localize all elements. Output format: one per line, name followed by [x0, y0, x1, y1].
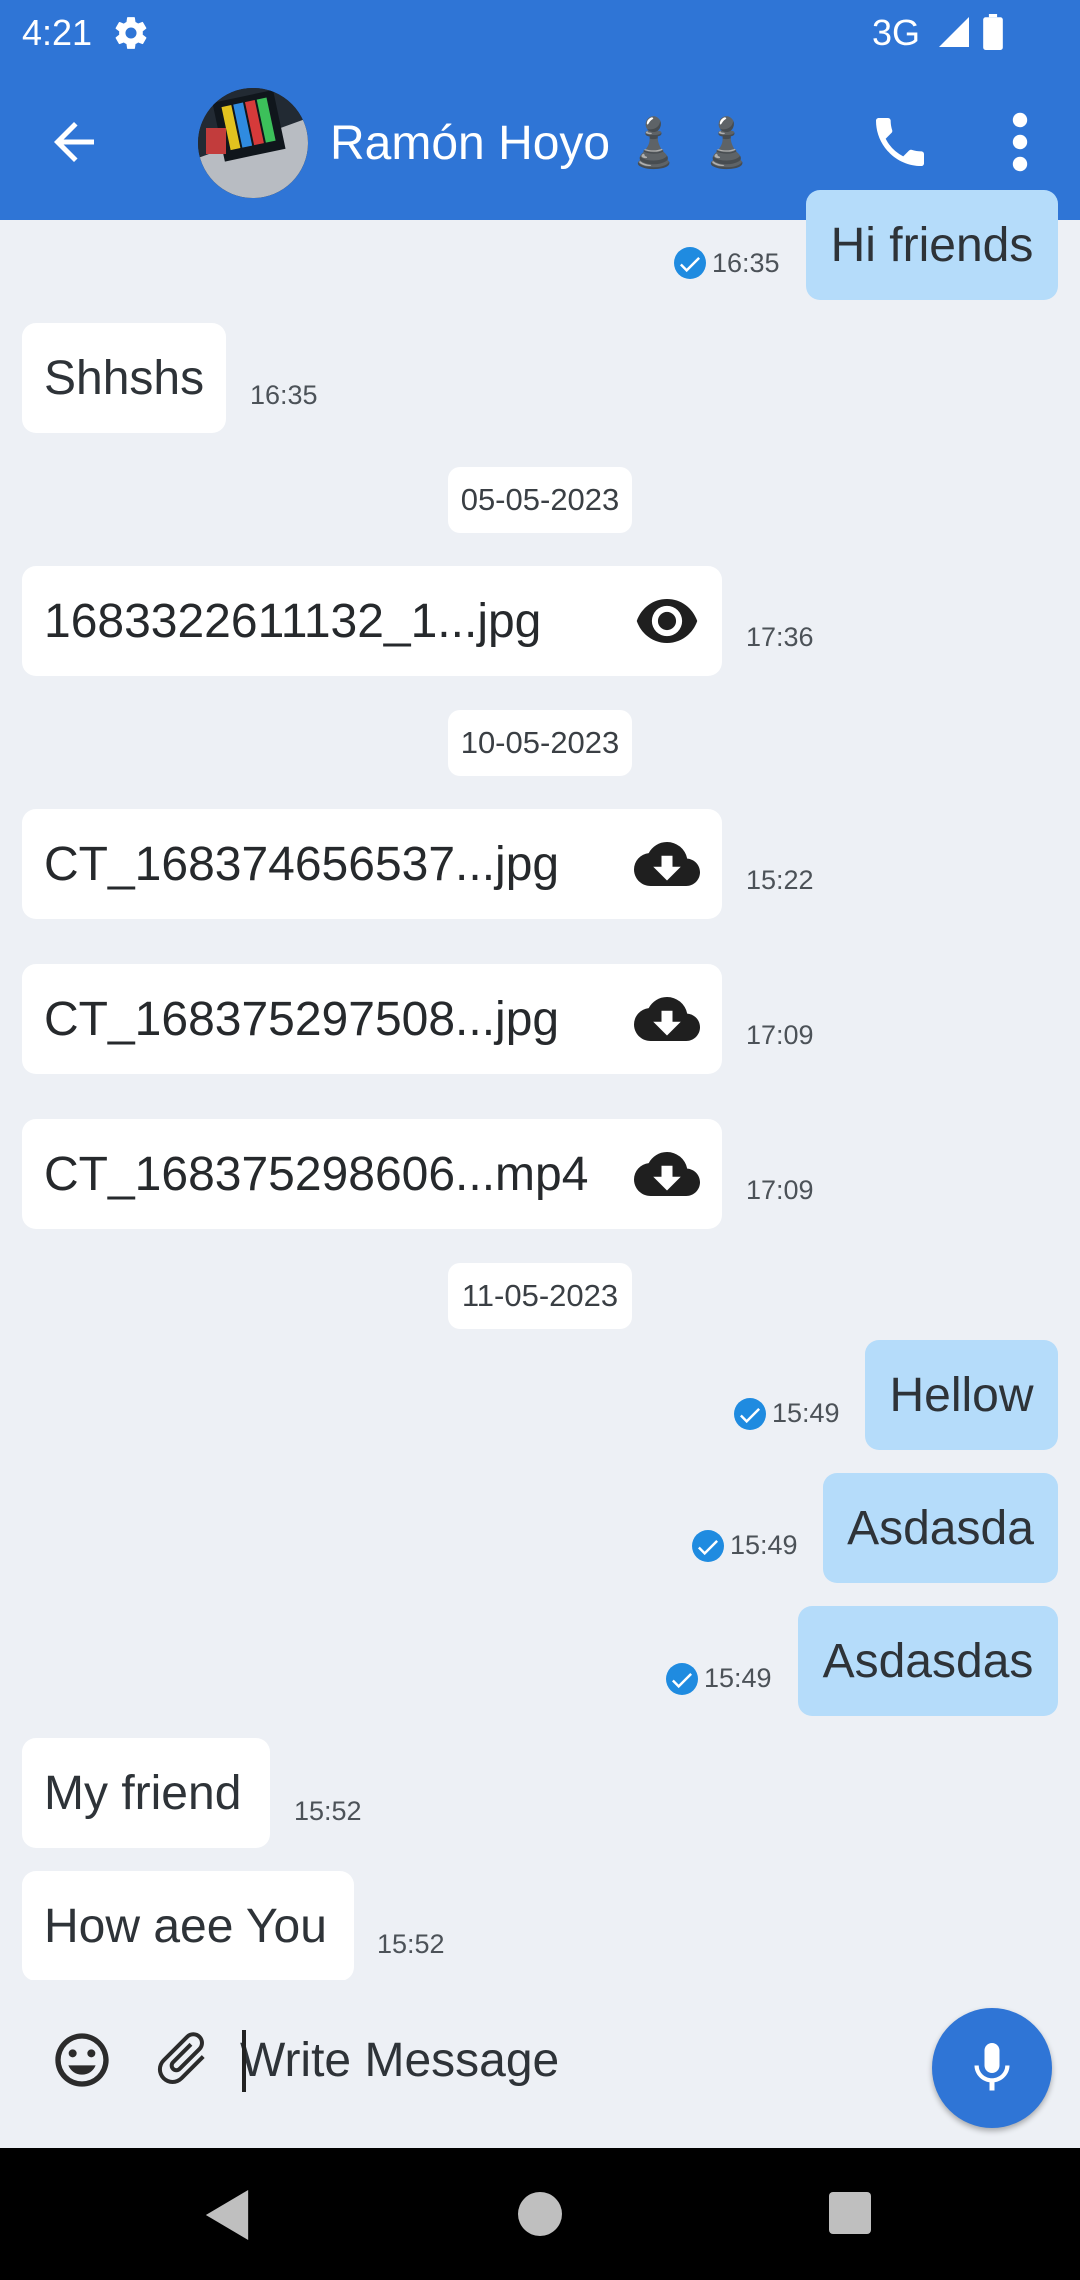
nav-home-icon[interactable] — [518, 2192, 562, 2236]
message-text: How aee You — [44, 1899, 327, 1953]
message-time: 17:36 — [746, 622, 814, 652]
file-message[interactable]: CT_168375298606...mp4 — [22, 1119, 722, 1229]
incoming-message[interactable]: How aee You — [22, 1871, 354, 1981]
eye-icon[interactable] — [634, 596, 700, 646]
message-input[interactable] — [240, 2020, 880, 2100]
attachment-icon[interactable] — [150, 2026, 214, 2090]
avatar-image — [198, 88, 308, 198]
emoji-icon[interactable] — [50, 2028, 114, 2092]
message-time: 15:22 — [746, 865, 814, 895]
file-name: CT_168374656537...jpg — [44, 838, 560, 891]
file-message[interactable]: CT_168374656537...jpg — [22, 809, 722, 919]
file-message[interactable]: CT_168375297508...jpg — [22, 964, 722, 1074]
settings-gear-icon — [115, 17, 147, 49]
network-type: 3G — [871, 12, 920, 53]
read-check-icon — [692, 1530, 724, 1562]
date-separator: 11-05-2023 — [448, 1263, 632, 1329]
date-separator: 10-05-2023 — [448, 710, 632, 776]
message-time: 17:09 — [746, 1020, 814, 1050]
outgoing-message[interactable]: Asdasda — [823, 1473, 1058, 1583]
message-time: 15:52 — [377, 1929, 445, 1959]
outgoing-message[interactable]: Hellow — [865, 1340, 1058, 1450]
file-name: 1683322611132_1...jpg — [44, 595, 542, 648]
file-name: CT_168375298606...mp4 — [44, 1148, 589, 1201]
message-list[interactable]: Hi friends 16:35 Shhshs 16:35 05-05-2023… — [0, 190, 1080, 1981]
message-text: Hellow — [889, 1368, 1034, 1422]
read-check-icon — [674, 247, 706, 279]
nav-back-icon[interactable] — [205, 2190, 249, 2240]
message-time: 15:49 — [772, 1398, 840, 1428]
message-time: 16:35 — [712, 248, 780, 278]
date-separator: 05-05-2023 — [448, 467, 632, 533]
battery-icon — [983, 14, 1003, 50]
avatar[interactable] — [198, 88, 308, 198]
text-cursor — [242, 2030, 246, 2092]
file-message[interactable]: 1683322611132_1...jpg — [22, 566, 722, 676]
outgoing-message[interactable]: Asdasdas — [798, 1606, 1058, 1716]
message-text: Asdasdas — [822, 1634, 1034, 1688]
incoming-message[interactable]: My friend — [22, 1738, 270, 1848]
message-time: 15:52 — [294, 1796, 362, 1826]
message-time: 15:49 — [704, 1663, 772, 1693]
status-time: 4:21 — [22, 12, 93, 53]
message-text: My friend — [44, 1766, 242, 1820]
message-time: 17:09 — [746, 1175, 814, 1205]
signal-icon — [939, 17, 969, 47]
cloud-download-icon[interactable] — [634, 839, 700, 889]
message-text: Hi friends — [830, 218, 1034, 272]
status-bar: 4:21 3G — [0, 0, 1080, 64]
composer-bar — [0, 1980, 1080, 2148]
contact-name[interactable]: Ramón Hoyo ♟️ ♟️ — [330, 114, 756, 171]
message-text: Shhshs — [44, 351, 205, 405]
more-vert-icon[interactable] — [1000, 110, 1040, 174]
system-nav-bar — [0, 2148, 1080, 2280]
nav-recents-icon[interactable] — [829, 2192, 871, 2234]
outgoing-message[interactable]: Hi friends — [806, 190, 1058, 300]
mic-icon — [974, 2043, 1010, 2091]
message-time: 16:35 — [250, 380, 318, 410]
message-text: Asdasda — [847, 1501, 1034, 1555]
incoming-message[interactable]: Shhshs — [22, 323, 226, 433]
cloud-download-icon[interactable] — [634, 1149, 700, 1199]
phone-call-icon[interactable] — [868, 110, 932, 174]
mic-button[interactable] — [932, 2008, 1052, 2128]
back-arrow-icon[interactable] — [44, 112, 104, 172]
cloud-download-icon[interactable] — [634, 994, 700, 1044]
file-name: CT_168375297508...jpg — [44, 993, 560, 1046]
read-check-icon — [666, 1663, 698, 1695]
read-check-icon — [734, 1398, 766, 1430]
message-time: 15:49 — [730, 1530, 798, 1560]
